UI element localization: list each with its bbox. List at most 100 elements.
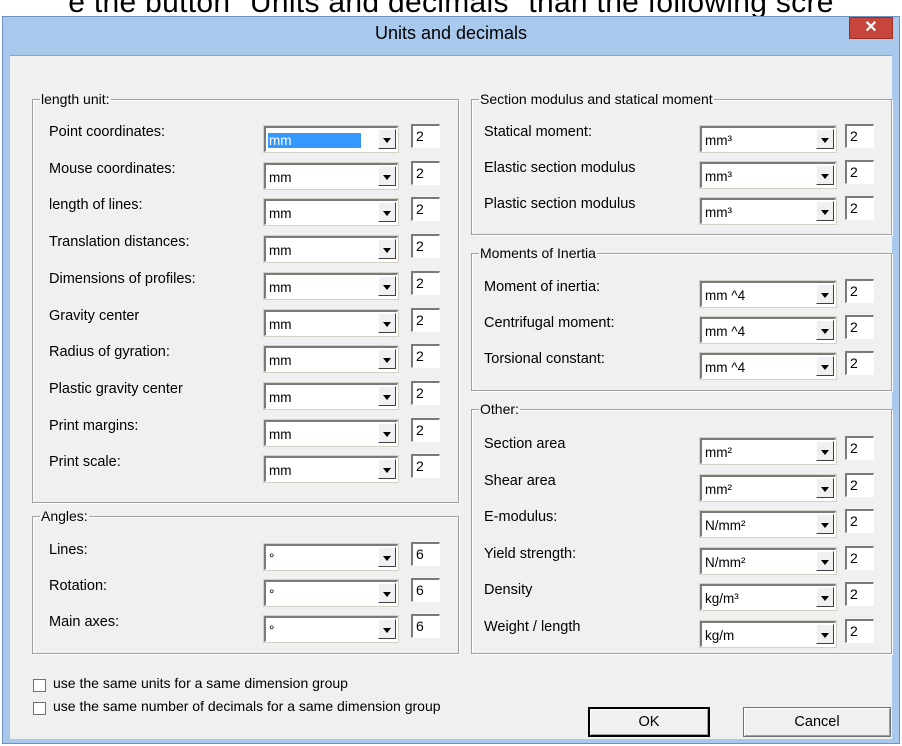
- inertia-decimals-field[interactable]: 2: [845, 315, 874, 339]
- chevron-down-icon[interactable]: [816, 551, 834, 571]
- angle-unit-dropdown[interactable]: °: [263, 543, 399, 571]
- other-unit-dropdown[interactable]: N/mm²: [699, 547, 837, 575]
- length-decimals-field[interactable]: 2: [411, 454, 440, 478]
- length-unit-dropdown[interactable]: mm: [263, 198, 399, 226]
- close-button[interactable]: ✕: [849, 17, 893, 39]
- length-unit-dropdown[interactable]: mm: [263, 455, 399, 483]
- cancel-button[interactable]: Cancel: [743, 707, 891, 737]
- chevron-down-icon[interactable]: [378, 619, 396, 639]
- chevron-down-icon[interactable]: [378, 583, 396, 603]
- title-bar[interactable]: Units and decimals ✕: [3, 17, 899, 55]
- angle-decimals-field[interactable]: 6: [411, 542, 440, 566]
- other-unit-dropdown[interactable]: mm²: [699, 474, 837, 502]
- chevron-down-icon[interactable]: [378, 239, 396, 259]
- inertia-unit-dropdown[interactable]: mm ^4: [699, 316, 837, 344]
- chevron-down-icon[interactable]: [816, 587, 834, 607]
- length-unit-legend: length unit:: [41, 91, 110, 107]
- same-units-checkbox[interactable]: [33, 679, 46, 692]
- units-and-decimals-dialog: Units and decimals ✕ length unit: Angles…: [2, 16, 900, 744]
- length-row-label: Radius of gyration:: [49, 344, 170, 360]
- other-unit-dropdown[interactable]: kg/m³: [699, 583, 837, 611]
- length-row-label: Gravity center: [49, 308, 140, 324]
- chevron-down-icon[interactable]: [816, 129, 834, 149]
- ok-button[interactable]: OK: [588, 707, 710, 737]
- length-decimals-field[interactable]: 2: [411, 271, 440, 295]
- dropdown-selected-value: mm ^4: [705, 360, 746, 375]
- chevron-down-icon[interactable]: [816, 478, 834, 498]
- chevron-down-icon[interactable]: [378, 276, 396, 296]
- section-unit-dropdown[interactable]: mm³: [699, 197, 837, 225]
- length-unit-dropdown[interactable]: mm: [263, 125, 399, 153]
- inertia-decimals-field[interactable]: 2: [845, 351, 874, 375]
- chevron-down-icon[interactable]: [378, 129, 396, 149]
- dialog-title: Units and decimals: [374, 23, 528, 43]
- chevron-down-icon[interactable]: [816, 201, 834, 221]
- dropdown-selected-value: mm: [269, 390, 292, 405]
- chevron-down-icon[interactable]: [816, 320, 834, 340]
- other-decimals-field[interactable]: 2: [845, 582, 874, 606]
- section-row-label: Statical moment:: [484, 124, 592, 140]
- dropdown-selected-value: N/mm²: [705, 518, 746, 533]
- length-decimals-field[interactable]: 2: [411, 308, 440, 332]
- other-decimals-field[interactable]: 2: [845, 619, 874, 643]
- other-decimals-field[interactable]: 2: [845, 436, 874, 460]
- dropdown-selected-value: mm³: [705, 133, 732, 148]
- same-decimals-checkbox[interactable]: [33, 702, 46, 715]
- length-unit-dropdown[interactable]: mm: [263, 309, 399, 337]
- section-row-label: Elastic section modulus: [484, 160, 636, 176]
- length-decimals-field[interactable]: 2: [411, 161, 440, 185]
- section-decimals-field[interactable]: 2: [845, 196, 874, 220]
- length-decimals-field[interactable]: 2: [411, 197, 440, 221]
- length-decimals-field[interactable]: 2: [411, 418, 440, 442]
- chevron-down-icon[interactable]: [816, 165, 834, 185]
- other-decimals-field[interactable]: 2: [845, 546, 874, 570]
- length-unit-dropdown[interactable]: mm: [263, 272, 399, 300]
- other-unit-dropdown[interactable]: kg/m: [699, 620, 837, 648]
- inertia-decimals-field[interactable]: 2: [845, 279, 874, 303]
- other-decimals-field[interactable]: 2: [845, 509, 874, 533]
- close-icon: ✕: [864, 19, 878, 36]
- length-decimals-field[interactable]: 2: [411, 234, 440, 258]
- chevron-down-icon[interactable]: [816, 284, 834, 304]
- dropdown-selected-value: mm: [269, 206, 292, 221]
- section-decimals-field[interactable]: 2: [845, 160, 874, 184]
- chevron-down-icon[interactable]: [816, 624, 834, 644]
- chevron-down-icon[interactable]: [378, 166, 396, 186]
- chevron-down-icon[interactable]: [378, 313, 396, 333]
- angle-unit-dropdown[interactable]: °: [263, 615, 399, 643]
- section-unit-dropdown[interactable]: mm³: [699, 125, 837, 153]
- angle-decimals-field[interactable]: 6: [411, 578, 440, 602]
- chevron-down-icon[interactable]: [378, 202, 396, 222]
- chevron-down-icon[interactable]: [816, 514, 834, 534]
- length-row-label: Point coordinates:: [49, 124, 166, 140]
- chevron-down-icon[interactable]: [378, 349, 396, 369]
- length-decimals-field[interactable]: 2: [411, 381, 440, 405]
- dropdown-selected-value: °: [269, 623, 275, 638]
- chevron-down-icon[interactable]: [378, 423, 396, 443]
- dropdown-selected-value: mm ^4: [705, 288, 746, 303]
- inertia-unit-dropdown[interactable]: mm ^4: [699, 352, 837, 380]
- length-unit-dropdown[interactable]: mm: [263, 162, 399, 190]
- length-unit-dropdown[interactable]: mm: [263, 235, 399, 263]
- chevron-down-icon[interactable]: [378, 547, 396, 567]
- section-unit-dropdown[interactable]: mm³: [699, 161, 837, 189]
- other-row-label: Section area: [484, 436, 566, 452]
- length-unit-dropdown[interactable]: mm: [263, 382, 399, 410]
- section-decimals-field[interactable]: 2: [845, 124, 874, 148]
- dropdown-selected-value: mm²: [705, 482, 732, 497]
- chevron-down-icon[interactable]: [816, 356, 834, 376]
- length-unit-dropdown[interactable]: mm: [263, 345, 399, 373]
- chevron-down-icon[interactable]: [816, 441, 834, 461]
- inertia-unit-dropdown[interactable]: mm ^4: [699, 280, 837, 308]
- angle-unit-dropdown[interactable]: °: [263, 579, 399, 607]
- angle-decimals-field[interactable]: 6: [411, 614, 440, 638]
- chevron-down-icon[interactable]: [378, 386, 396, 406]
- other-decimals-field[interactable]: 2: [845, 473, 874, 497]
- length-decimals-field[interactable]: 2: [411, 124, 440, 148]
- dropdown-selected-value: mm: [268, 133, 361, 148]
- length-unit-dropdown[interactable]: mm: [263, 419, 399, 447]
- length-decimals-field[interactable]: 2: [411, 344, 440, 368]
- other-unit-dropdown[interactable]: mm²: [699, 437, 837, 465]
- other-unit-dropdown[interactable]: N/mm²: [699, 510, 837, 538]
- chevron-down-icon[interactable]: [378, 459, 396, 479]
